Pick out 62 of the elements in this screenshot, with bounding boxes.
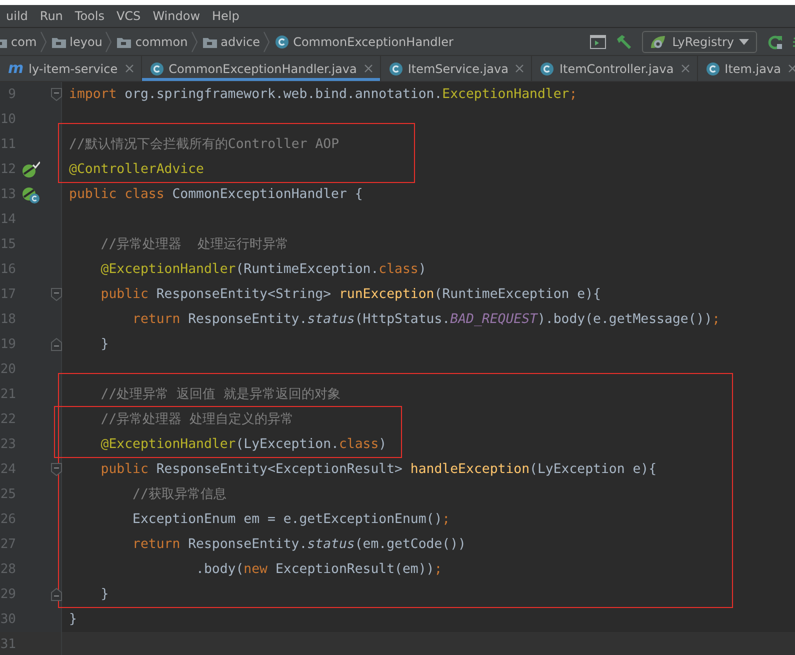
code-line: @ControllerAdvice bbox=[69, 162, 204, 177]
code-line: @ExceptionHandler(RuntimeException.class) bbox=[100, 262, 426, 277]
close-icon[interactable] bbox=[124, 64, 134, 73]
menu-item[interactable]: Help bbox=[206, 9, 246, 23]
code-line: return ResponseEntity.status(HttpStatus.BAD_REQUEST).body(e.getMessage()); bbox=[132, 312, 720, 327]
fold-marker-icon[interactable] bbox=[51, 288, 62, 301]
menu-item[interactable]: uild bbox=[0, 9, 34, 23]
close-icon[interactable] bbox=[515, 64, 524, 73]
fold-marker-icon[interactable] bbox=[51, 88, 62, 101]
code-line: //处理异常 返回值 就是异常返回的对象 bbox=[100, 387, 341, 402]
close-icon[interactable] bbox=[788, 64, 795, 73]
fold-marker-icon[interactable] bbox=[51, 338, 62, 351]
close-icon[interactable] bbox=[364, 64, 373, 73]
module-icon: m bbox=[8, 61, 24, 76]
bean-check-icon[interactable] bbox=[22, 160, 40, 178]
editor-tab[interactable]: CommonExceptionHandler.java bbox=[142, 56, 381, 81]
class-icon bbox=[275, 34, 290, 48]
chevron-icon bbox=[263, 30, 272, 52]
breadcrumb-item[interactable]: com bbox=[0, 34, 37, 48]
fold-marker-icon[interactable] bbox=[51, 463, 62, 476]
code-line: @ExceptionHandler(LyException.class) bbox=[100, 437, 387, 452]
close-icon[interactable] bbox=[680, 64, 690, 73]
breadcrumb-item[interactable]: leyou bbox=[52, 34, 102, 48]
folder-icon bbox=[202, 36, 217, 48]
code-line: ExceptionEnum em = e.getExceptionEnum(); bbox=[132, 512, 450, 527]
folder-icon bbox=[117, 36, 132, 48]
code-line: public class CommonExceptionHandler { bbox=[69, 187, 363, 202]
code-line: return ResponseEntity.status(em.getCode()) bbox=[132, 537, 466, 552]
chevron-icon bbox=[105, 30, 114, 52]
hammer-icon bbox=[616, 34, 632, 50]
spring-leaf-icon bbox=[649, 34, 668, 50]
chevron-icon bbox=[190, 30, 199, 52]
folder-icon bbox=[52, 36, 66, 48]
menu-item[interactable]: Run bbox=[34, 9, 69, 23]
code-line: } bbox=[69, 612, 77, 627]
code-line: //异常处理器 处理自定义的异常 bbox=[100, 412, 294, 427]
bean-class-icon[interactable] bbox=[22, 186, 40, 204]
menu-item[interactable]: VCS bbox=[110, 9, 147, 23]
run-configuration-dropdown[interactable]: LyRegistry bbox=[642, 30, 757, 52]
menu-item[interactable]: Tools bbox=[68, 9, 110, 23]
caret-icon bbox=[739, 38, 749, 44]
code-line: public ResponseEntity<ExceptionResult> handleException(LyException e){ bbox=[100, 462, 657, 477]
fold-marker-icon[interactable] bbox=[51, 588, 62, 601]
code-line: //异常处理器 处理运行时异常 bbox=[100, 237, 289, 252]
class-icon bbox=[388, 62, 403, 76]
code-line: public ResponseEntity<String> runException(RuntimeException e){ bbox=[100, 287, 601, 302]
class-icon bbox=[540, 62, 554, 76]
rerun-icon bbox=[767, 34, 783, 50]
terminal-icon bbox=[590, 34, 606, 48]
code-line: } bbox=[100, 337, 109, 352]
code-line: //默认情况下会拦截所有的Controller AOP bbox=[69, 137, 340, 152]
code-line: } bbox=[100, 587, 109, 602]
breadcrumb-item[interactable]: advice bbox=[202, 34, 260, 48]
code-line: .body(new ExceptionResult(em)); bbox=[195, 562, 442, 577]
breadcrumb-item[interactable]: common bbox=[117, 34, 188, 48]
code-line: import org.springframework.web.bind.annotation.ExceptionHandler; bbox=[69, 87, 578, 102]
class-icon bbox=[706, 62, 720, 76]
breadcrumb-item[interactable]: CommonExceptionHandler bbox=[275, 34, 454, 48]
code-line: //获取异常信息 bbox=[132, 487, 226, 502]
chevron-icon bbox=[40, 30, 48, 52]
menu-item[interactable]: Window bbox=[146, 9, 206, 23]
class-icon bbox=[150, 62, 164, 76]
